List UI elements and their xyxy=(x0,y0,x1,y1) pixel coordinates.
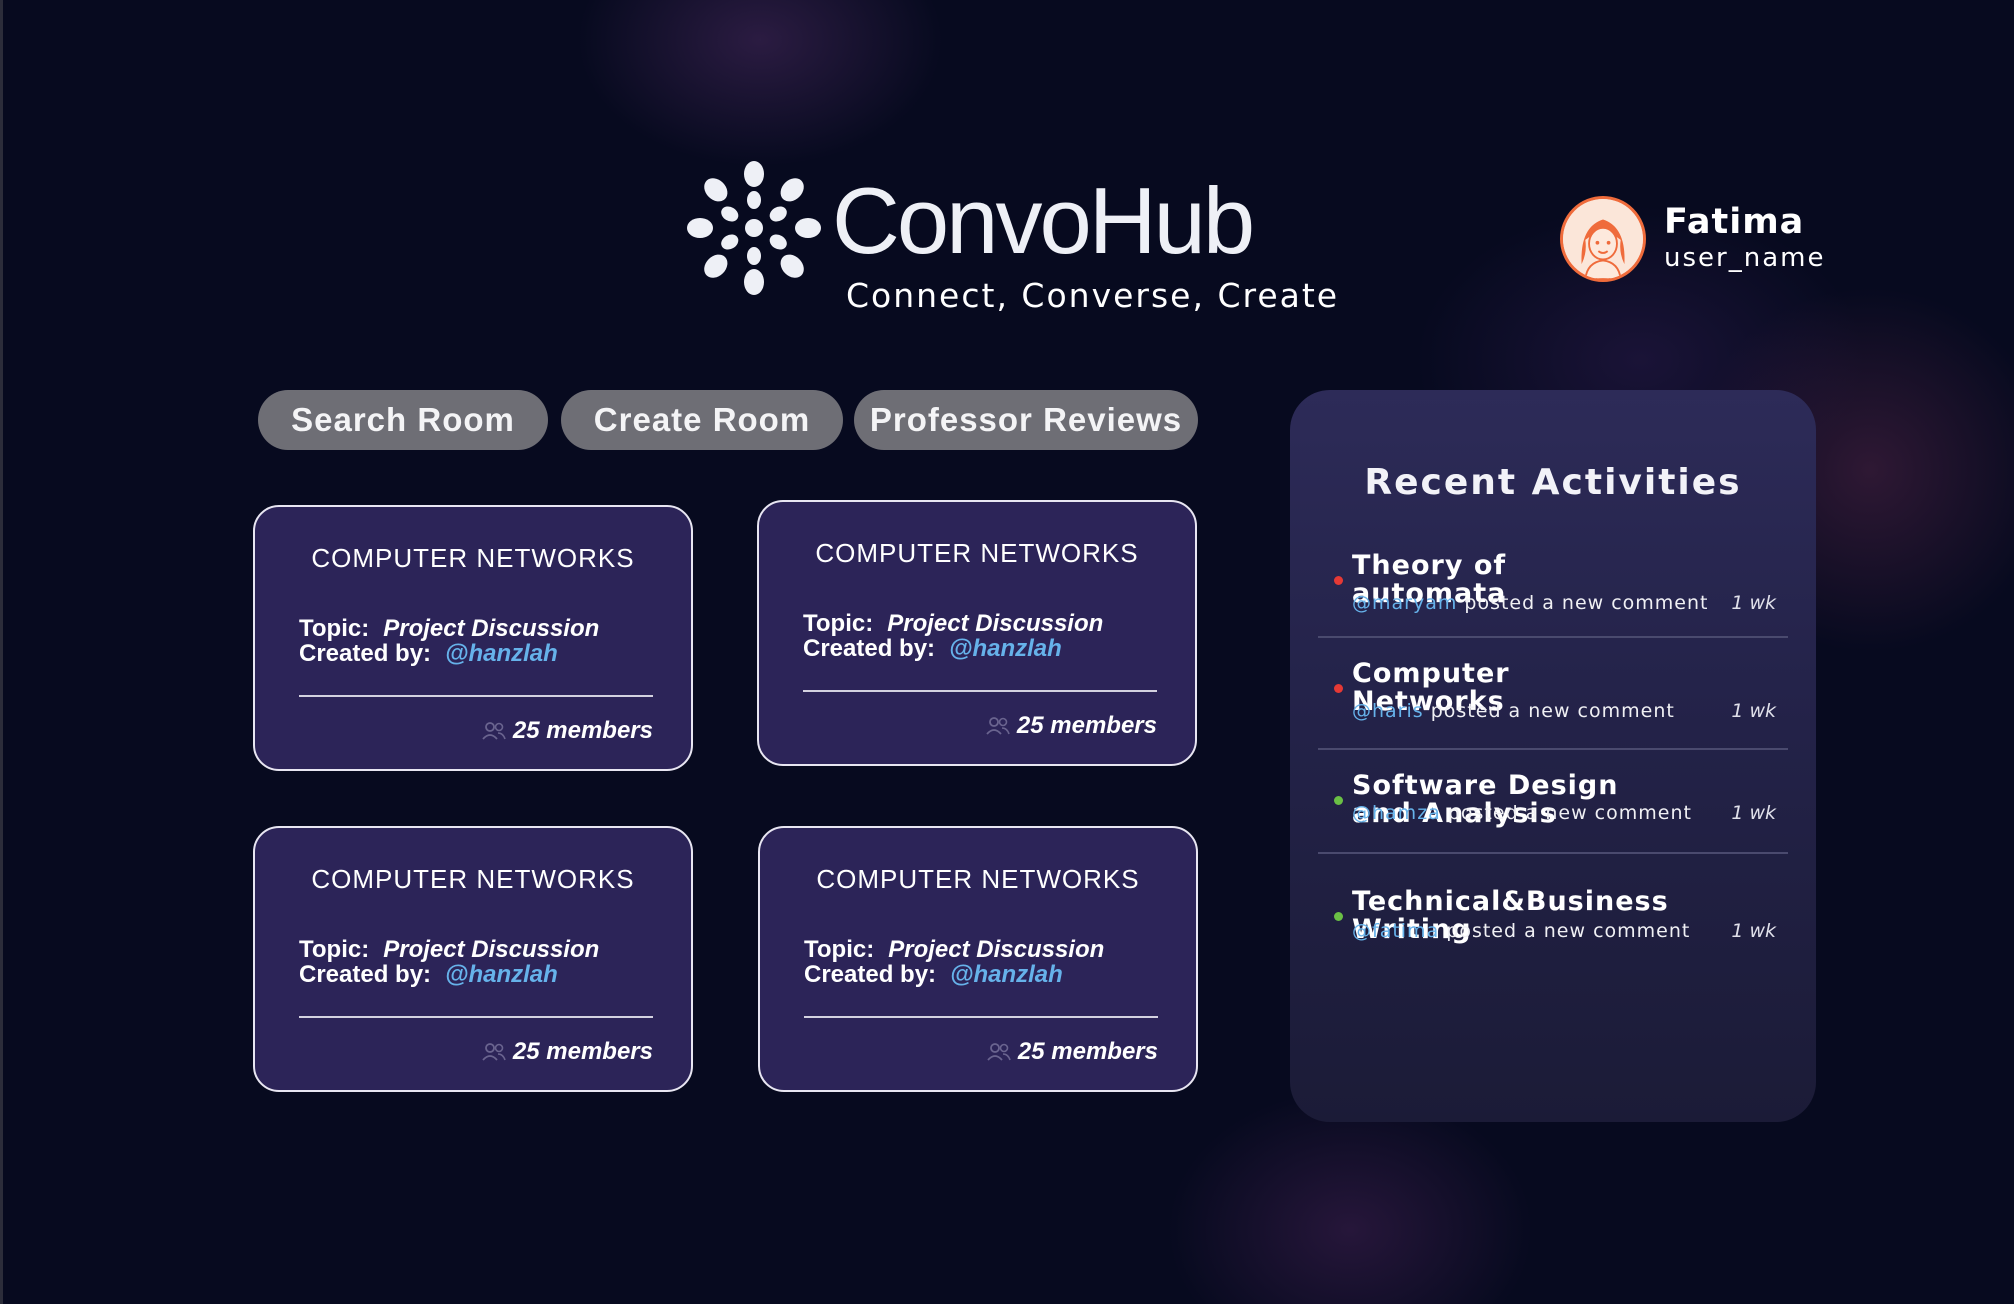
room-card[interactable]: COMPUTER NETWORKS Topic: Project Discussi… xyxy=(758,826,1198,1092)
creator-link[interactable]: @hanzlah xyxy=(950,961,1063,988)
recent-activities-panel: Recent Activities Theory of automata @ma… xyxy=(1290,390,1816,1122)
creator-link[interactable]: @hanzlah xyxy=(445,640,558,667)
divider xyxy=(299,695,653,697)
users-icon xyxy=(987,1043,1011,1061)
activity-user[interactable]: @maryam xyxy=(1352,592,1457,614)
room-creator: Created by: @hanzlah xyxy=(299,640,558,667)
room-card[interactable]: COMPUTER NETWORKS Topic: Project Discussi… xyxy=(253,826,693,1092)
activity-time: 1 wk xyxy=(1731,920,1776,942)
divider xyxy=(1318,636,1788,638)
panel-title: Recent Activities xyxy=(1364,462,1742,503)
room-topic: Topic: Project Discussion xyxy=(299,936,600,963)
activity-meta: @fatima posted a new comment xyxy=(1352,920,1691,942)
activity-meta: @hamza posted a new comment xyxy=(1352,802,1692,824)
activity-item[interactable]: Computer Networks @haris posted a new co… xyxy=(1318,660,1788,772)
room-title: COMPUTER NETWORKS xyxy=(815,538,1139,568)
brand-tagline: Connect, Converse, Create xyxy=(846,276,1340,315)
avatar[interactable] xyxy=(1560,196,1646,282)
brand-name: ConvoHub xyxy=(832,168,1255,273)
activity-meta: @haris posted a new comment xyxy=(1352,700,1675,722)
room-title: COMPUTER NETWORKS xyxy=(311,864,635,894)
divider xyxy=(804,1016,1158,1018)
create-room-button[interactable]: Create Room xyxy=(561,390,843,450)
activity-user[interactable]: @haris xyxy=(1352,700,1424,722)
member-count: 25 members xyxy=(986,1038,1158,1066)
activity-item[interactable]: Software Design and Analysis @hamza post… xyxy=(1318,772,1788,890)
member-count: 25 members xyxy=(481,1038,653,1066)
activity-time: 1 wk xyxy=(1731,802,1776,824)
user-profile[interactable]: Fatima user_name xyxy=(1560,196,1825,282)
room-creator: Created by: @hanzlah xyxy=(804,961,1063,988)
activity-user[interactable]: @hamza xyxy=(1352,802,1441,824)
divider xyxy=(1318,852,1788,854)
divider xyxy=(299,1016,653,1018)
member-count: 25 members xyxy=(985,712,1157,740)
status-dot xyxy=(1334,796,1343,805)
divider xyxy=(803,690,1157,692)
convohub-logo-icon xyxy=(686,160,822,296)
creator-link[interactable]: @hanzlah xyxy=(445,961,558,988)
room-card[interactable]: COMPUTER NETWORKS Topic: Project Discussi… xyxy=(253,505,693,771)
activity-time: 1 wk xyxy=(1731,700,1776,722)
divider xyxy=(1318,748,1788,750)
room-topic: Topic: Project Discussion xyxy=(804,936,1105,963)
room-card[interactable]: COMPUTER NETWORKS Topic: Project Discussi… xyxy=(757,500,1197,766)
room-title: COMPUTER NETWORKS xyxy=(816,864,1140,894)
room-creator: Created by: @hanzlah xyxy=(299,961,558,988)
status-dot xyxy=(1334,684,1343,693)
room-topic: Topic: Project Discussion xyxy=(299,615,600,642)
activity-item[interactable]: Theory of automata @maryam posted a new … xyxy=(1318,552,1788,652)
room-title: COMPUTER NETWORKS xyxy=(311,543,635,573)
member-count: 25 members xyxy=(481,717,653,745)
activity-meta: @maryam posted a new comment xyxy=(1352,592,1709,614)
users-icon xyxy=(482,722,506,740)
activity-time: 1 wk xyxy=(1731,592,1776,614)
room-creator: Created by: @hanzlah xyxy=(803,635,1062,662)
activity-item[interactable]: Technical&Business Writing @fatima poste… xyxy=(1318,888,1788,1006)
search-room-button[interactable]: Search Room xyxy=(258,390,548,450)
user-handle: user_name xyxy=(1664,243,1826,274)
status-dot xyxy=(1334,912,1343,921)
user-name: Fatima xyxy=(1664,201,1805,242)
creator-link[interactable]: @hanzlah xyxy=(949,635,1062,662)
user-info: Fatima user_name xyxy=(1664,202,1825,276)
users-icon xyxy=(986,717,1010,735)
room-topic: Topic: Project Discussion xyxy=(803,610,1104,637)
status-dot xyxy=(1334,576,1343,585)
professor-reviews-button[interactable]: Professor Reviews xyxy=(854,390,1198,450)
activity-user[interactable]: @fatima xyxy=(1352,920,1439,942)
users-icon xyxy=(482,1043,506,1061)
